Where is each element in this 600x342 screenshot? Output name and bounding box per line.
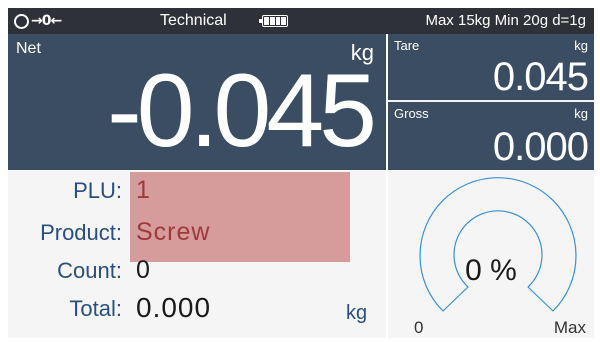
tare-value: 0.045 <box>492 55 589 99</box>
range-info: Max 15kg Min 20g d=1g <box>425 12 586 29</box>
total-row: Total: 0.000 kg <box>8 292 386 328</box>
zero-indicator-icon: →0← <box>14 12 62 30</box>
gross-value: 0.000 <box>492 125 589 169</box>
info-panel: PLU: 1 Product: Screw Count: 0 Total: 0.… <box>8 170 386 338</box>
tare-panel: Tare kg 0.045 <box>388 34 594 100</box>
plu-row[interactable]: PLU: 1 <box>8 174 386 210</box>
gross-unit: kg <box>574 106 588 121</box>
count-row: Count: 0 <box>8 254 386 290</box>
zero-arrows: →0← <box>31 13 62 29</box>
net-label: Net <box>16 40 41 57</box>
product-row[interactable]: Product: Screw <box>8 216 386 252</box>
plu-label: PLU: <box>73 178 122 203</box>
zero-ring-icon <box>14 13 29 29</box>
plu-value: 1 <box>136 176 151 204</box>
gross-panel: Gross kg 0.000 <box>388 102 594 170</box>
total-unit: kg <box>346 302 368 324</box>
tare-label: Tare <box>394 38 420 53</box>
total-label: Total: <box>69 296 122 321</box>
mode-label: Technical <box>160 12 227 29</box>
gauge-percent: 0 % <box>465 254 517 287</box>
total-value: 0.000 <box>136 292 212 323</box>
count-label: Count: <box>57 258 122 283</box>
product-label: Product: <box>40 220 122 245</box>
gauge-max-label: Max <box>553 318 586 337</box>
gauge-outline <box>419 177 577 312</box>
gross-label: Gross <box>394 106 429 121</box>
net-weight-panel: Net kg -0.045 <box>8 34 386 170</box>
gauge-min-label: 0 <box>414 318 424 337</box>
load-gauge: 0 % 0 Max <box>388 170 594 338</box>
status-bar: →0← Technical Max 15kg Min 20g d=1g <box>8 8 594 34</box>
scale-display: →0← Technical Max 15kg Min 20g d=1g Net … <box>8 8 594 338</box>
count-value: 0 <box>136 256 151 284</box>
tare-unit: kg <box>574 38 588 53</box>
net-value: -0.045 <box>107 53 377 169</box>
battery-icon <box>259 15 288 27</box>
product-value: Screw <box>136 218 211 246</box>
